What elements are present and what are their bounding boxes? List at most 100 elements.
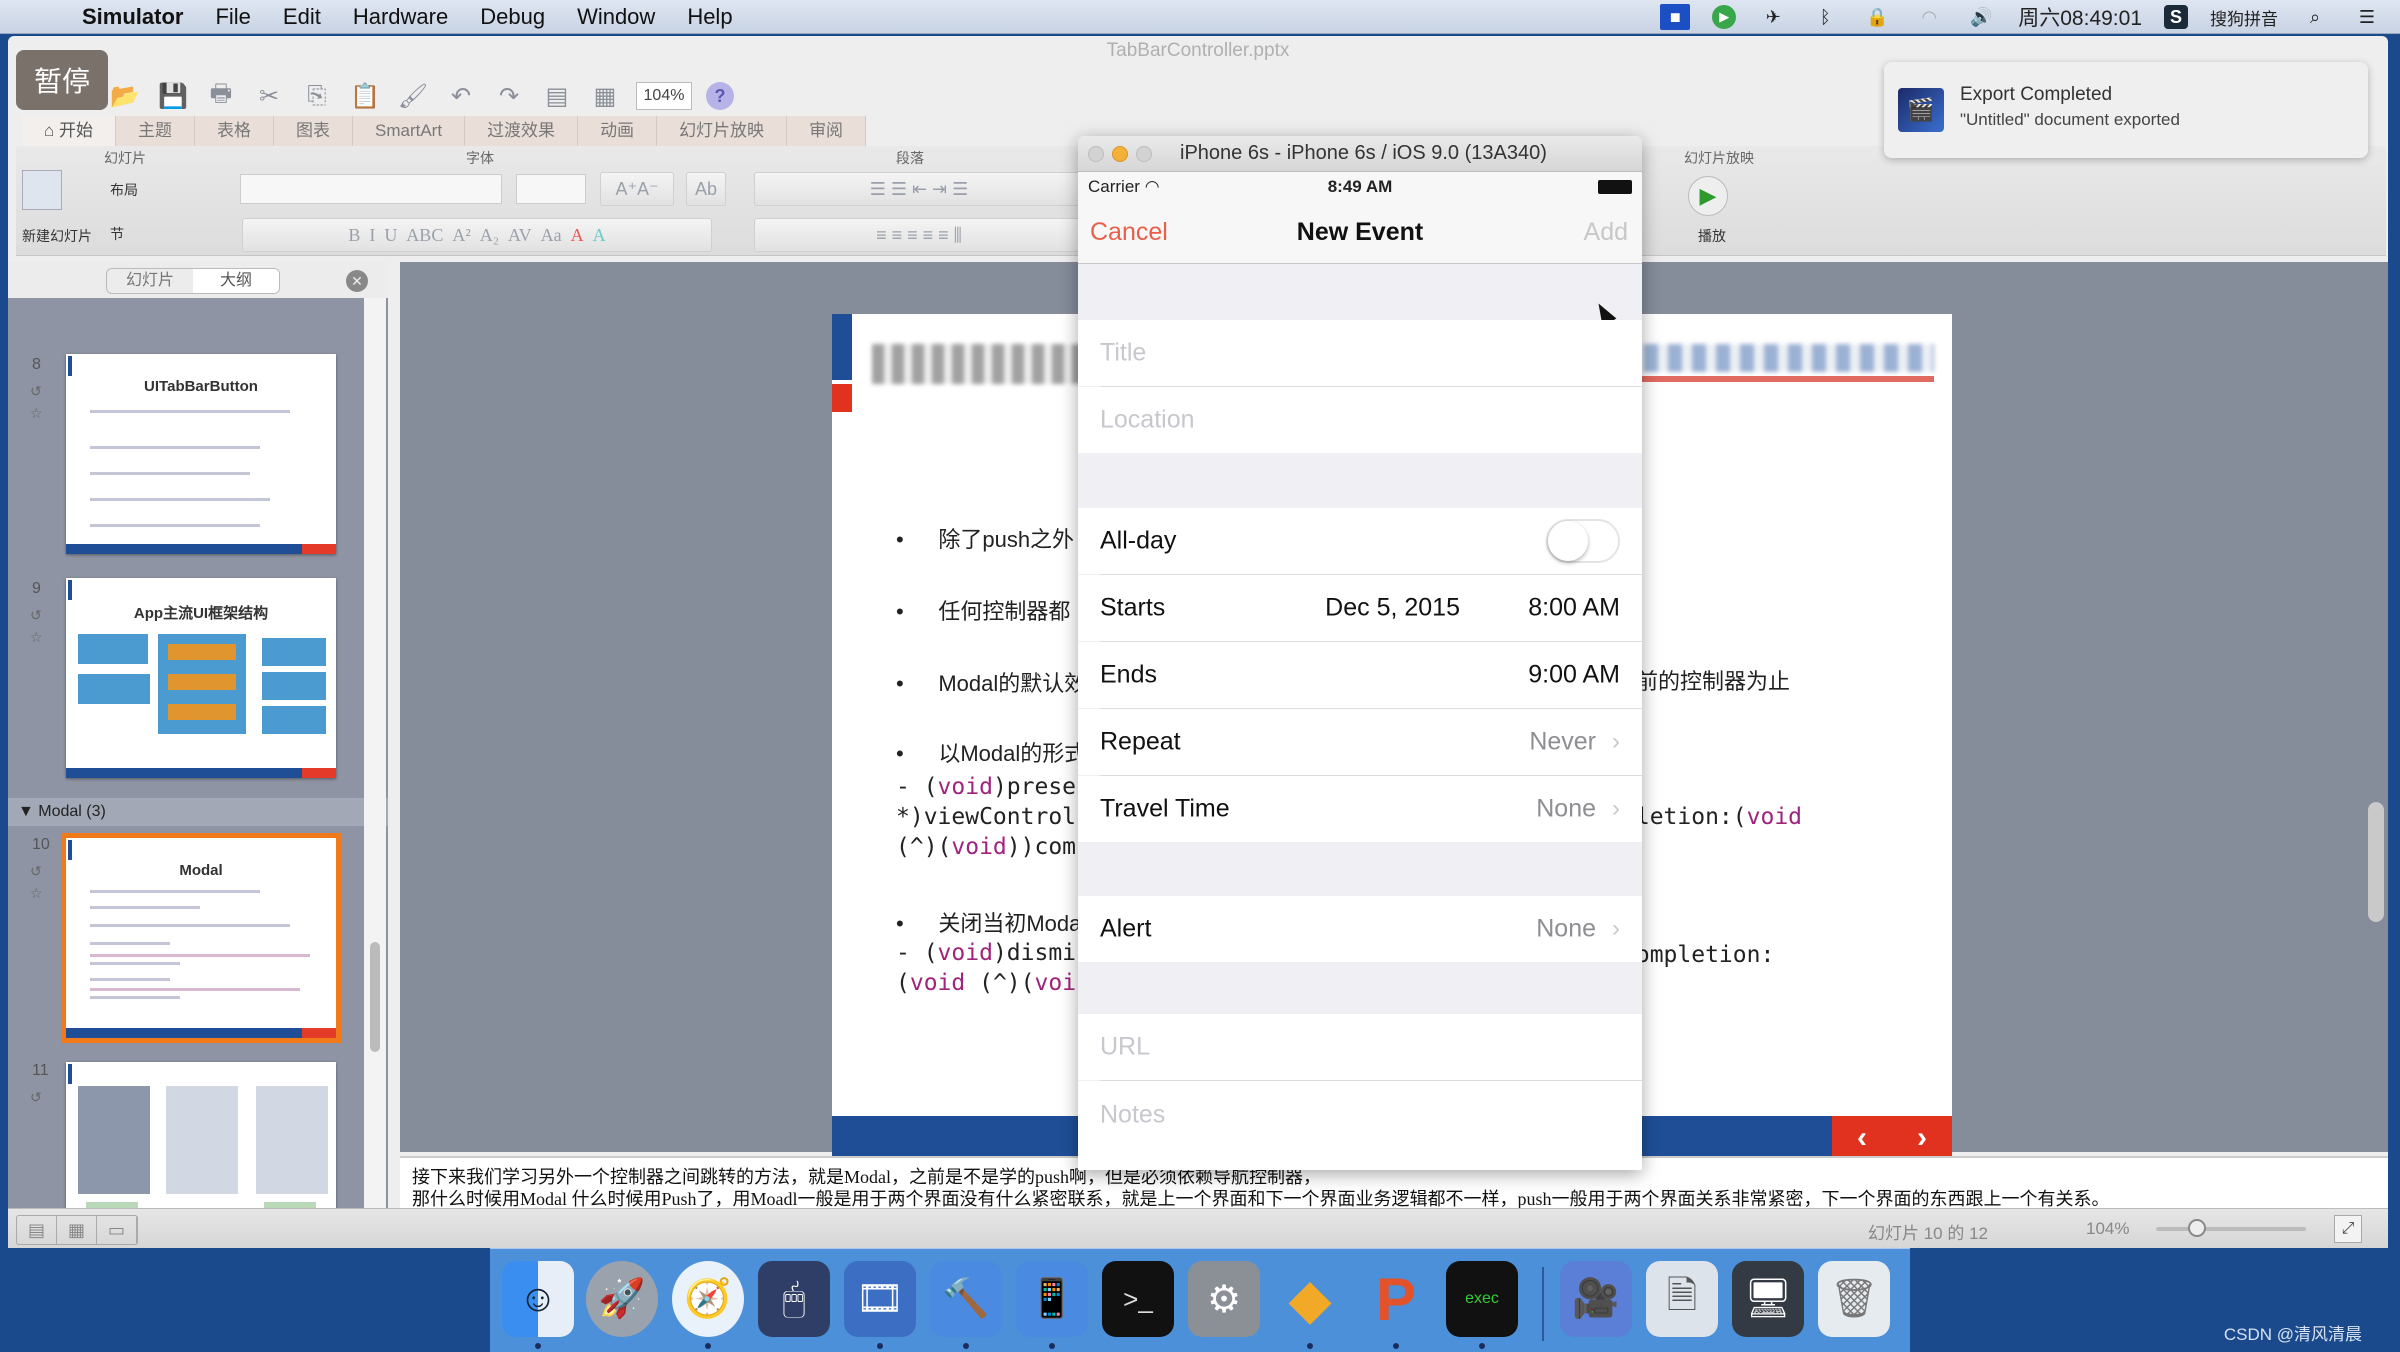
tab-slides[interactable]: 幻灯片 — [107, 269, 193, 293]
close-panel-icon[interactable]: ✕ — [346, 270, 368, 292]
add-button[interactable]: Add — [1584, 218, 1628, 247]
redo-icon[interactable]: ↷ — [492, 79, 526, 113]
normal-view-icon[interactable]: ▤ — [17, 1216, 57, 1244]
starts-row[interactable]: Starts Dec 5, 2015 8:00 AM — [1078, 575, 1642, 641]
menu-hardware[interactable]: Hardware — [337, 4, 464, 30]
notes-field[interactable]: Notes — [1078, 1081, 1642, 1170]
presentation-icon[interactable]: 🎥 — [1560, 1261, 1632, 1337]
font-size-buttons[interactable]: A⁺A⁻ — [600, 172, 674, 206]
menu-debug[interactable]: Debug — [464, 4, 561, 30]
screen-recorder-icon[interactable]: 🎞 — [844, 1261, 916, 1337]
layout-button[interactable]: 布局 — [110, 180, 138, 200]
tab-tables[interactable]: 表格 — [195, 116, 274, 146]
menu-help[interactable]: Help — [671, 4, 748, 30]
document-window-icon[interactable]: 🗎 — [1646, 1261, 1718, 1337]
sorter-view-icon[interactable]: ▦ — [57, 1216, 97, 1244]
zoom-window-button[interactable] — [1136, 146, 1152, 162]
tab-outline[interactable]: 大纲 — [193, 269, 279, 293]
cancel-button[interactable]: Cancel — [1090, 218, 1168, 247]
tab-review[interactable]: 审阅 — [787, 116, 867, 146]
powerpoint-icon[interactable]: P — [1360, 1261, 1432, 1337]
menu-app[interactable]: Simulator — [66, 4, 199, 30]
menu-edit[interactable]: Edit — [267, 4, 337, 30]
tab-themes[interactable]: 主题 — [116, 116, 195, 146]
system-preferences-icon[interactable]: ⚙ — [1188, 1261, 1260, 1337]
prev-slide-icon[interactable]: ‹ — [1857, 1121, 1867, 1155]
print-icon[interactable]: 🖶 — [204, 79, 238, 113]
tab-slideshow[interactable]: 幻灯片放映 — [657, 116, 788, 146]
slideshow-view-icon[interactable]: ▭ — [97, 1216, 137, 1244]
volume-icon[interactable]: 🔊 — [1966, 4, 1996, 30]
export-notification[interactable]: 🎬 Export Completed "Untitled" document e… — [1884, 62, 2368, 158]
slide-thumbnail[interactable]: UITabBarButton — [66, 354, 336, 554]
open-icon[interactable]: 📂 — [108, 79, 142, 113]
launchpad-icon[interactable]: 🚀 — [586, 1261, 658, 1337]
font-format-buttons[interactable]: B I U ABC A² A₂ AV Aa A A — [242, 218, 712, 252]
menu-file[interactable]: File — [199, 4, 266, 30]
tab-smartart[interactable]: SmartArt — [353, 116, 466, 146]
zoom-select[interactable]: 104% — [636, 82, 692, 110]
screen-window-icon[interactable]: 🖥 — [1732, 1261, 1804, 1337]
list-buttons[interactable]: ☰ ☰ ⇤ ⇥ ☰ — [754, 172, 1084, 206]
title-field[interactable]: Title — [1078, 320, 1642, 386]
mouse-app-icon[interactable]: 🖱 — [758, 1261, 830, 1337]
tab-home[interactable]: ⌂ 开始 — [22, 116, 116, 146]
screen-record-icon[interactable]: ■ — [1660, 4, 1691, 30]
finder-icon[interactable]: ☺ — [502, 1261, 574, 1337]
menu-clock[interactable]: 周六08:49:01 — [2018, 2, 2142, 32]
input-method[interactable]: 搜狗拼音 — [2210, 5, 2278, 30]
undo-icon[interactable]: ↶ — [444, 79, 478, 113]
location-field[interactable]: Location — [1078, 387, 1642, 453]
minimize-window-button[interactable] — [1112, 146, 1128, 162]
sketch-icon[interactable]: ◆ — [1274, 1261, 1346, 1337]
play-icon[interactable]: ▶ — [1688, 176, 1728, 216]
repeat-row[interactable]: Repeat Never › — [1078, 709, 1642, 775]
next-slide-icon[interactable]: › — [1917, 1121, 1927, 1155]
trash-icon[interactable]: 🗑 — [1818, 1261, 1890, 1337]
slide-nav-buttons[interactable]: ‹ › — [1832, 1116, 1952, 1160]
wifi-icon[interactable]: ◠ — [1914, 4, 1944, 30]
bluetooth-icon[interactable]: ᛒ — [1810, 4, 1840, 30]
stage-scrollbar[interactable] — [2368, 802, 2384, 922]
slide-thumbnail-selected[interactable]: Modal — [61, 833, 341, 1043]
url-field[interactable]: URL — [1078, 1014, 1642, 1080]
airplane-icon[interactable]: ✈ — [1758, 4, 1788, 30]
align-buttons[interactable]: ≡ ≡ ≡ ≡ ≡ ⫼ — [754, 218, 1084, 252]
help-icon[interactable]: ? — [706, 82, 734, 110]
media-icon[interactable]: ▶ — [1712, 5, 1737, 29]
xcode-icon[interactable]: 🔨 — [930, 1261, 1002, 1337]
zoom-slider-knob[interactable] — [2188, 1219, 2206, 1237]
lock-icon[interactable]: 🔒 — [1862, 4, 1892, 30]
font-name-input[interactable] — [240, 174, 502, 204]
console-icon[interactable]: exec — [1446, 1261, 1518, 1337]
pause-button[interactable]: 暂停 — [16, 50, 108, 110]
fit-window-icon[interactable]: ⤢ — [2334, 1215, 2362, 1243]
cut-icon[interactable]: ✂ — [252, 79, 286, 113]
new-slide-button[interactable]: 新建幻灯片 — [22, 226, 92, 246]
travel-time-row[interactable]: Travel Time None › — [1078, 776, 1642, 842]
clear-format-icon[interactable]: Ab — [686, 172, 726, 206]
tab-charts[interactable]: 图表 — [274, 116, 353, 146]
zoom-slider[interactable] — [2156, 1227, 2306, 1231]
play-button[interactable]: 播放 — [1698, 226, 1726, 246]
sogou-icon[interactable]: S — [2164, 5, 2188, 29]
media-browser-icon[interactable]: ▦ — [588, 79, 622, 113]
menu-window[interactable]: Window — [561, 4, 671, 30]
save-icon[interactable]: 💾 — [156, 79, 190, 113]
slide-thumbnail[interactable]: App主流UI框架结构 — [66, 578, 336, 778]
slide-thumbnail[interactable] — [66, 1062, 336, 1222]
format-painter-icon[interactable]: 🖌 — [396, 79, 430, 113]
simulator-icon[interactable]: 📱 — [1016, 1261, 1088, 1337]
font-size-input[interactable] — [516, 174, 586, 204]
copy-icon[interactable]: ⎘ — [300, 79, 334, 113]
panel-scroll-thumb[interactable] — [370, 942, 380, 1052]
terminal-icon[interactable]: >_ — [1102, 1261, 1174, 1337]
allday-toggle[interactable] — [1546, 519, 1620, 563]
panel-scrollbar[interactable] — [364, 298, 386, 1218]
new-slide-icon[interactable] — [22, 170, 62, 210]
alert-row[interactable]: Alert None › — [1078, 896, 1642, 962]
close-window-button[interactable] — [1088, 146, 1104, 162]
paste-icon[interactable]: 📋 — [348, 79, 382, 113]
notification-center-icon[interactable]: ☰ — [2352, 4, 2382, 30]
ends-row[interactable]: Ends 9:00 AM — [1078, 642, 1642, 708]
